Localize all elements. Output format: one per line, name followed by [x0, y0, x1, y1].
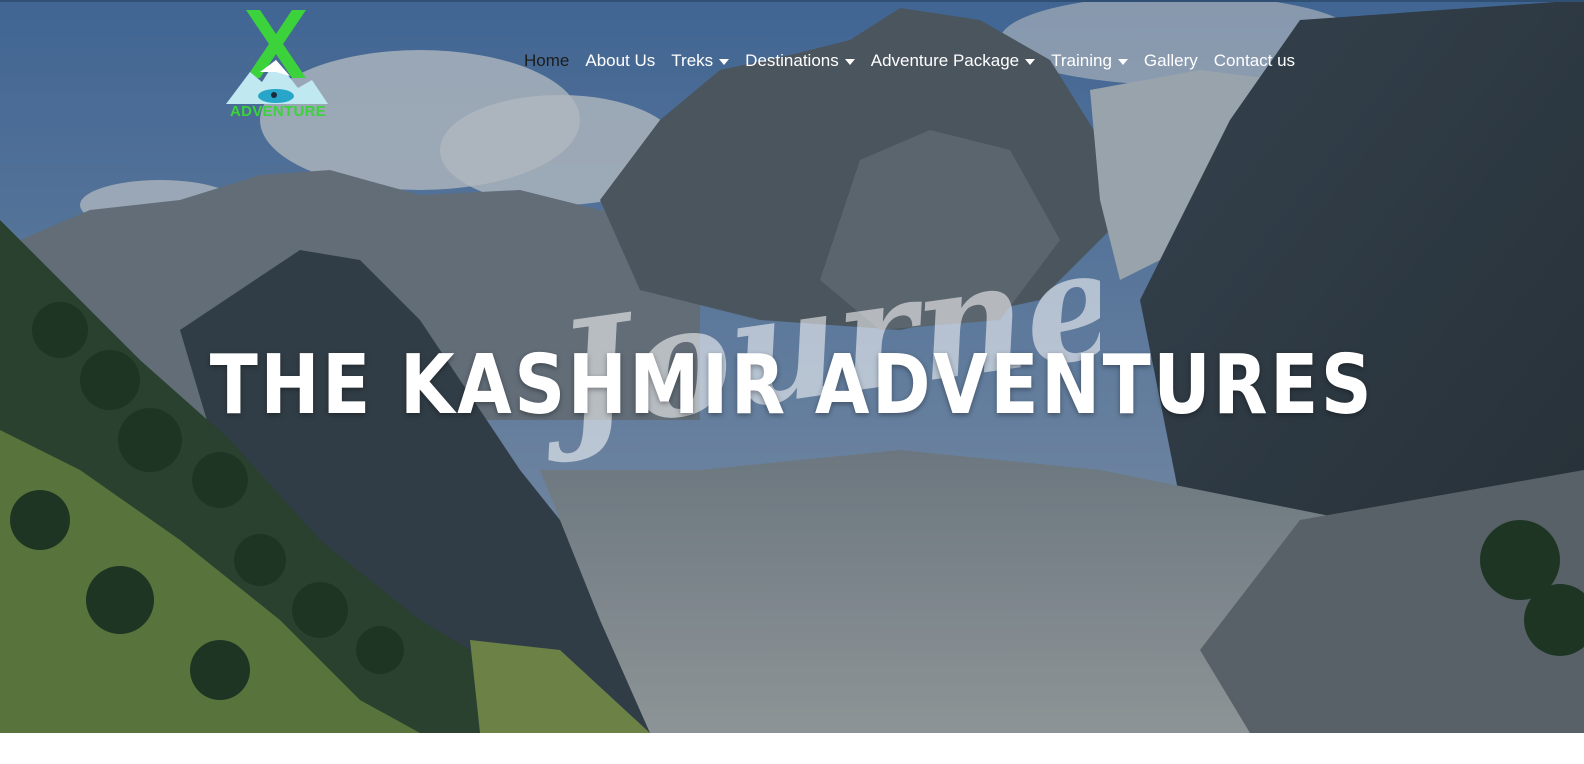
logo-wordmark: ADVENTURE: [229, 103, 327, 120]
nav-gallery[interactable]: Gallery: [1136, 51, 1206, 71]
nav-destinations-label: Destinations: [745, 51, 839, 70]
nav-adventure-package[interactable]: Adventure Package: [863, 51, 1043, 71]
caret-down-icon: [1117, 59, 1128, 65]
main-navigation: Home About Us Treks Destinations Adventu…: [516, 48, 1303, 74]
nav-contact-us-label: Contact us: [1213, 51, 1296, 70]
hero-headline: THE KASHMIR ADVENTURES: [209, 338, 1375, 433]
top-border: [0, 0, 1584, 2]
nav-adventure-package-label: Adventure Package: [870, 51, 1020, 70]
hero-section: ADVENTURE Home About Us Treks Destinatio…: [0, 0, 1584, 733]
caret-down-icon: [719, 59, 730, 65]
nav-gallery-label: Gallery: [1143, 51, 1198, 70]
nav-destinations[interactable]: Destinations: [737, 51, 863, 71]
caret-down-icon: [844, 59, 855, 65]
nav-about-us-label: About Us: [585, 51, 656, 70]
nav-training[interactable]: Training: [1043, 51, 1136, 71]
nav-training-label: Training: [1051, 51, 1112, 70]
nav-home[interactable]: Home: [516, 51, 577, 71]
nav-treks[interactable]: Treks: [663, 51, 737, 71]
nav-contact-us[interactable]: Contact us: [1206, 51, 1303, 71]
page-bottom-strip: [0, 733, 1584, 764]
nav-about-us[interactable]: About Us: [577, 51, 663, 71]
caret-down-icon: [1025, 59, 1036, 65]
nav-treks-label: Treks: [671, 51, 714, 70]
nav-home-label: Home: [524, 51, 570, 70]
